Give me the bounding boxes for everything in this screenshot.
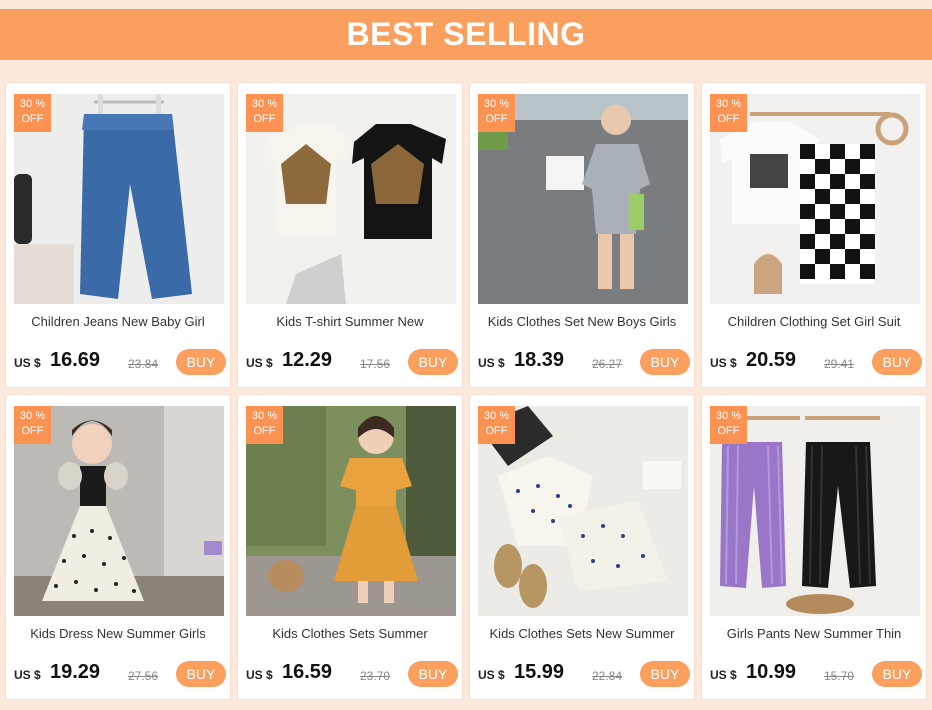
product-title[interactable]: Kids Clothes Sets Summer xyxy=(238,626,462,641)
product-title[interactable]: Kids Clothes Sets New Summer xyxy=(470,626,694,641)
product-title[interactable]: Girls Pants New Summer Thin xyxy=(702,626,926,641)
original-price: 27.56 xyxy=(128,669,159,683)
price-row: US $ 18.39 26.27 BUY xyxy=(478,349,690,375)
product-photo-child-outfit[interactable]: 30 % OFF xyxy=(478,94,688,304)
product-photo-dotted-set[interactable]: 30 % OFF xyxy=(478,406,688,616)
discount-off: OFF xyxy=(21,113,44,125)
currency-label: US $ xyxy=(246,668,273,682)
discount-percent: 30 % xyxy=(251,410,278,422)
buy-button[interactable]: BUY xyxy=(872,349,922,375)
product-title[interactable]: Kids Clothes Set New Boys Girls xyxy=(470,314,694,329)
buy-button[interactable]: BUY xyxy=(176,349,226,375)
discount-badge: 30 % OFF xyxy=(246,406,283,444)
discount-badge: 30 % OFF xyxy=(710,94,747,132)
product-card[interactable]: 30 % OFF Kids Clothes Sets Summer US $ 1… xyxy=(237,394,463,700)
discount-percent: 30 % xyxy=(251,98,278,110)
sale-price: 19.29 xyxy=(50,661,101,683)
discount-off: OFF xyxy=(717,113,740,125)
product-photo-tshirts[interactable]: 30 % OFF xyxy=(246,94,456,304)
product-card[interactable]: 30 % OFF Kids T-shirt Summer New US $ 12… xyxy=(237,82,463,388)
product-photo-yellow-set[interactable]: 30 % OFF xyxy=(246,406,456,616)
sale-price: 20.59 xyxy=(746,349,797,371)
product-grid: 30 % OFF Children Jeans New Baby Girl US… xyxy=(5,82,927,700)
original-price: 17.56 xyxy=(360,357,391,371)
sale-price: 10.99 xyxy=(746,661,797,683)
original-price: 26.27 xyxy=(592,357,623,371)
original-price: 23.84 xyxy=(128,357,159,371)
currency-label: US $ xyxy=(710,356,737,370)
currency-label: US $ xyxy=(710,668,737,682)
product-title[interactable]: Children Clothing Set Girl Suit xyxy=(702,314,926,329)
discount-off: OFF xyxy=(253,425,276,437)
product-card[interactable]: 30 % OFF Kids Dress New Summer Girls US … xyxy=(5,394,231,700)
original-price: 15.70 xyxy=(824,669,855,683)
discount-badge: 30 % OFF xyxy=(478,406,515,444)
original-price: 22.84 xyxy=(592,669,623,683)
product-card[interactable]: 30 % OFF Children Clothing Set Girl Suit… xyxy=(701,82,927,388)
product-photo-polka-dress[interactable]: 30 % OFF xyxy=(14,406,224,616)
discount-badge: 30 % OFF xyxy=(710,406,747,444)
price-row: US $ 15.99 22.84 BUY xyxy=(478,661,690,687)
original-price: 23.70 xyxy=(360,669,391,683)
currency-label: US $ xyxy=(246,356,273,370)
price-row: US $ 10.99 15.70 BUY xyxy=(710,661,922,687)
product-title[interactable]: Children Jeans New Baby Girl xyxy=(6,314,230,329)
price-row: US $ 20.59 29.41 BUY xyxy=(710,349,922,375)
discount-off: OFF xyxy=(717,425,740,437)
product-card[interactable]: 30 % OFF Kids Clothes Sets New Summer US… xyxy=(469,394,695,700)
discount-percent: 30 % xyxy=(19,98,46,110)
buy-button[interactable]: BUY xyxy=(872,661,922,687)
price-row: US $ 16.69 23.84 BUY xyxy=(14,349,226,375)
currency-label: US $ xyxy=(478,668,505,682)
sale-price: 16.69 xyxy=(50,349,101,371)
discount-badge: 30 % OFF xyxy=(14,94,51,132)
discount-off: OFF xyxy=(21,425,44,437)
discount-percent: 30 % xyxy=(483,98,510,110)
discount-off: OFF xyxy=(253,113,276,125)
sale-price: 15.99 xyxy=(514,661,565,683)
sale-price: 12.29 xyxy=(282,349,333,371)
product-card[interactable]: 30 % OFF Girls Pants New Summer Thin US … xyxy=(701,394,927,700)
currency-label: US $ xyxy=(14,668,41,682)
discount-percent: 30 % xyxy=(715,98,742,110)
discount-badge: 30 % OFF xyxy=(246,94,283,132)
product-photo-jeans[interactable]: 30 % OFF xyxy=(14,94,224,304)
price-row: US $ 12.29 17.56 BUY xyxy=(246,349,458,375)
product-title[interactable]: Kids Dress New Summer Girls xyxy=(6,626,230,641)
price-row: US $ 16.59 23.70 BUY xyxy=(246,661,458,687)
discount-off: OFF xyxy=(485,425,508,437)
buy-button[interactable]: BUY xyxy=(640,661,690,687)
original-price: 29.41 xyxy=(824,357,855,371)
discount-badge: 30 % OFF xyxy=(14,406,51,444)
product-card[interactable]: 30 % OFF Kids Clothes Set New Boys Girls… xyxy=(469,82,695,388)
currency-label: US $ xyxy=(478,356,505,370)
buy-button[interactable]: BUY xyxy=(176,661,226,687)
product-photo-checker-set[interactable]: 30 % OFF xyxy=(710,94,920,304)
buy-button[interactable]: BUY xyxy=(408,661,458,687)
discount-off: OFF xyxy=(485,113,508,125)
buy-button[interactable]: BUY xyxy=(408,349,458,375)
sale-price: 18.39 xyxy=(514,349,565,371)
currency-label: US $ xyxy=(14,356,41,370)
buy-button[interactable]: BUY xyxy=(640,349,690,375)
discount-percent: 30 % xyxy=(19,410,46,422)
best-selling-banner: BEST SELLING xyxy=(0,9,932,60)
price-row: US $ 19.29 27.56 BUY xyxy=(14,661,226,687)
product-card[interactable]: 30 % OFF Children Jeans New Baby Girl US… xyxy=(5,82,231,388)
product-title[interactable]: Kids T-shirt Summer New xyxy=(238,314,462,329)
discount-percent: 30 % xyxy=(483,410,510,422)
product-photo-pants[interactable]: 30 % OFF xyxy=(710,406,920,616)
banner-title: BEST SELLING xyxy=(346,16,586,52)
discount-percent: 30 % xyxy=(715,410,742,422)
sale-price: 16.59 xyxy=(282,661,333,683)
discount-badge: 30 % OFF xyxy=(478,94,515,132)
